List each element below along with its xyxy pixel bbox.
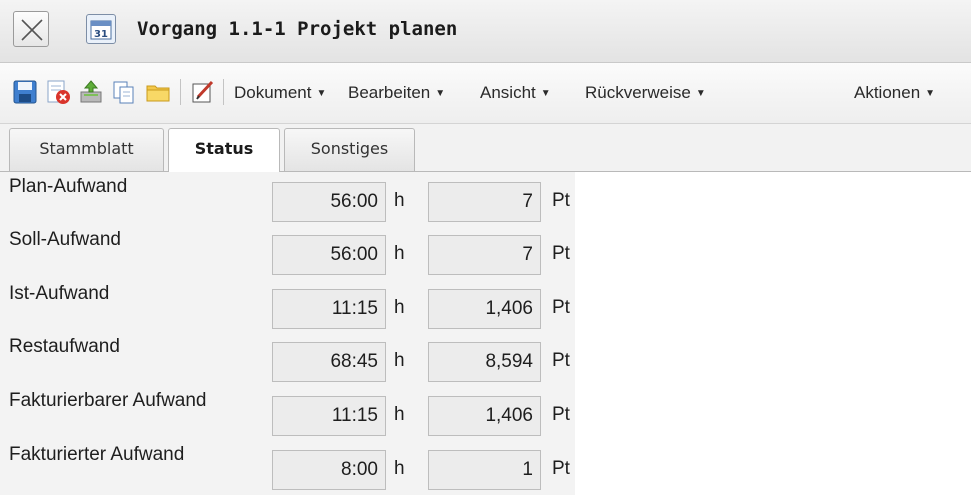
row-label: Soll-Aufwand xyxy=(9,229,121,250)
hours-unit: h xyxy=(394,350,405,371)
effort-row-fakturierbar: Fakturierbarer Aufwand 11:15 h 1,406 Pt xyxy=(0,386,575,439)
days-unit: Pt xyxy=(552,404,570,425)
effort-row-soll: Soll-Aufwand 56:00 h 7 Pt xyxy=(0,225,575,278)
hours-field[interactable]: 56:00 xyxy=(272,235,386,275)
row-label: Fakturierter Aufwand xyxy=(9,444,185,465)
hours-unit: h xyxy=(394,458,405,479)
menu-label: Dokument xyxy=(234,83,312,102)
days-field[interactable]: 1 xyxy=(428,450,541,490)
folder-icon[interactable] xyxy=(145,79,171,105)
effort-row-fakturiert: Fakturierter Aufwand 8:00 h 1 Pt xyxy=(0,440,575,493)
effort-row-ist: Ist-Aufwand 11:15 h 1,406 Pt xyxy=(0,279,575,332)
effort-row-rest: Restaufwand 68:45 h 8,594 Pt xyxy=(0,332,575,385)
caret-down-icon: ▼ xyxy=(540,88,551,99)
hours-field[interactable]: 8:00 xyxy=(272,450,386,490)
menu-label: Rückverweise xyxy=(585,83,691,102)
hours-field[interactable]: 11:15 xyxy=(272,289,386,329)
menu-aktionen[interactable]: Aktionen ▼ xyxy=(854,83,935,103)
hours-unit: h xyxy=(394,190,405,211)
status-panel: Plan-Aufwand 56:00 h 7 Pt Soll-Aufwand 5… xyxy=(0,172,575,495)
tab-stammblatt[interactable]: Stammblatt xyxy=(9,128,164,171)
window-titlebar: 31 Vorgang 1.1-1 Projekt planen xyxy=(0,0,971,63)
svg-text:31: 31 xyxy=(94,29,108,40)
hours-field[interactable]: 68:45 xyxy=(272,342,386,382)
days-field[interactable]: 1,406 xyxy=(428,289,541,329)
menu-ansicht[interactable]: Ansicht ▼ xyxy=(480,83,551,103)
tab-status[interactable]: Status xyxy=(168,128,280,172)
save-icon[interactable] xyxy=(12,79,38,105)
days-unit: Pt xyxy=(552,350,570,371)
caret-down-icon: ▼ xyxy=(695,88,706,99)
days-field[interactable]: 8,594 xyxy=(428,342,541,382)
days-unit: Pt xyxy=(552,297,570,318)
delete-icon[interactable] xyxy=(45,79,71,105)
menu-label: Aktionen xyxy=(854,83,921,102)
window-title: Vorgang 1.1-1 Projekt planen xyxy=(137,18,458,40)
days-field[interactable]: 1,406 xyxy=(428,396,541,436)
caret-down-icon: ▼ xyxy=(925,88,936,99)
caret-down-icon: ▼ xyxy=(316,88,327,99)
hours-unit: h xyxy=(394,243,405,264)
days-unit: Pt xyxy=(552,243,570,264)
row-label: Restaufwand xyxy=(9,336,120,357)
hours-unit: h xyxy=(394,297,405,318)
caret-down-icon: ▼ xyxy=(435,88,446,99)
days-unit: Pt xyxy=(552,458,570,479)
menu-label: Ansicht xyxy=(480,83,536,102)
menu-rueckverweise[interactable]: Rückverweise ▼ xyxy=(585,83,706,103)
toolbar-separator xyxy=(223,79,224,105)
tab-sonstiges[interactable]: Sonstiges xyxy=(284,128,415,171)
days-field[interactable]: 7 xyxy=(428,235,541,275)
menu-dokument[interactable]: Dokument ▼ xyxy=(234,83,326,103)
toolbar-separator xyxy=(180,79,181,105)
menu-label: Bearbeiten xyxy=(348,83,431,102)
edit-icon[interactable] xyxy=(190,79,216,105)
close-x-icon xyxy=(21,19,43,41)
days-unit: Pt xyxy=(552,190,570,211)
hours-unit: h xyxy=(394,404,405,425)
menu-bearbeiten[interactable]: Bearbeiten ▼ xyxy=(348,83,445,103)
row-label: Fakturierbarer Aufwand xyxy=(9,390,207,411)
copy-icon[interactable] xyxy=(111,79,137,105)
effort-row-plan: Plan-Aufwand 56:00 h 7 Pt xyxy=(0,172,575,225)
hours-field[interactable]: 56:00 xyxy=(272,182,386,222)
row-label: Ist-Aufwand xyxy=(9,283,110,304)
tab-bar: Stammblatt Status Sonstiges xyxy=(0,124,971,172)
toolbar: Dokument ▼ Bearbeiten ▼ Ansicht ▼ Rückverwe… xyxy=(0,63,971,124)
close-button[interactable] xyxy=(13,11,49,47)
export-icon[interactable] xyxy=(78,79,104,105)
hours-field[interactable]: 11:15 xyxy=(272,396,386,436)
days-field[interactable]: 7 xyxy=(428,182,541,222)
task-calendar-icon: 31 xyxy=(86,14,116,44)
row-label: Plan-Aufwand xyxy=(9,176,128,197)
